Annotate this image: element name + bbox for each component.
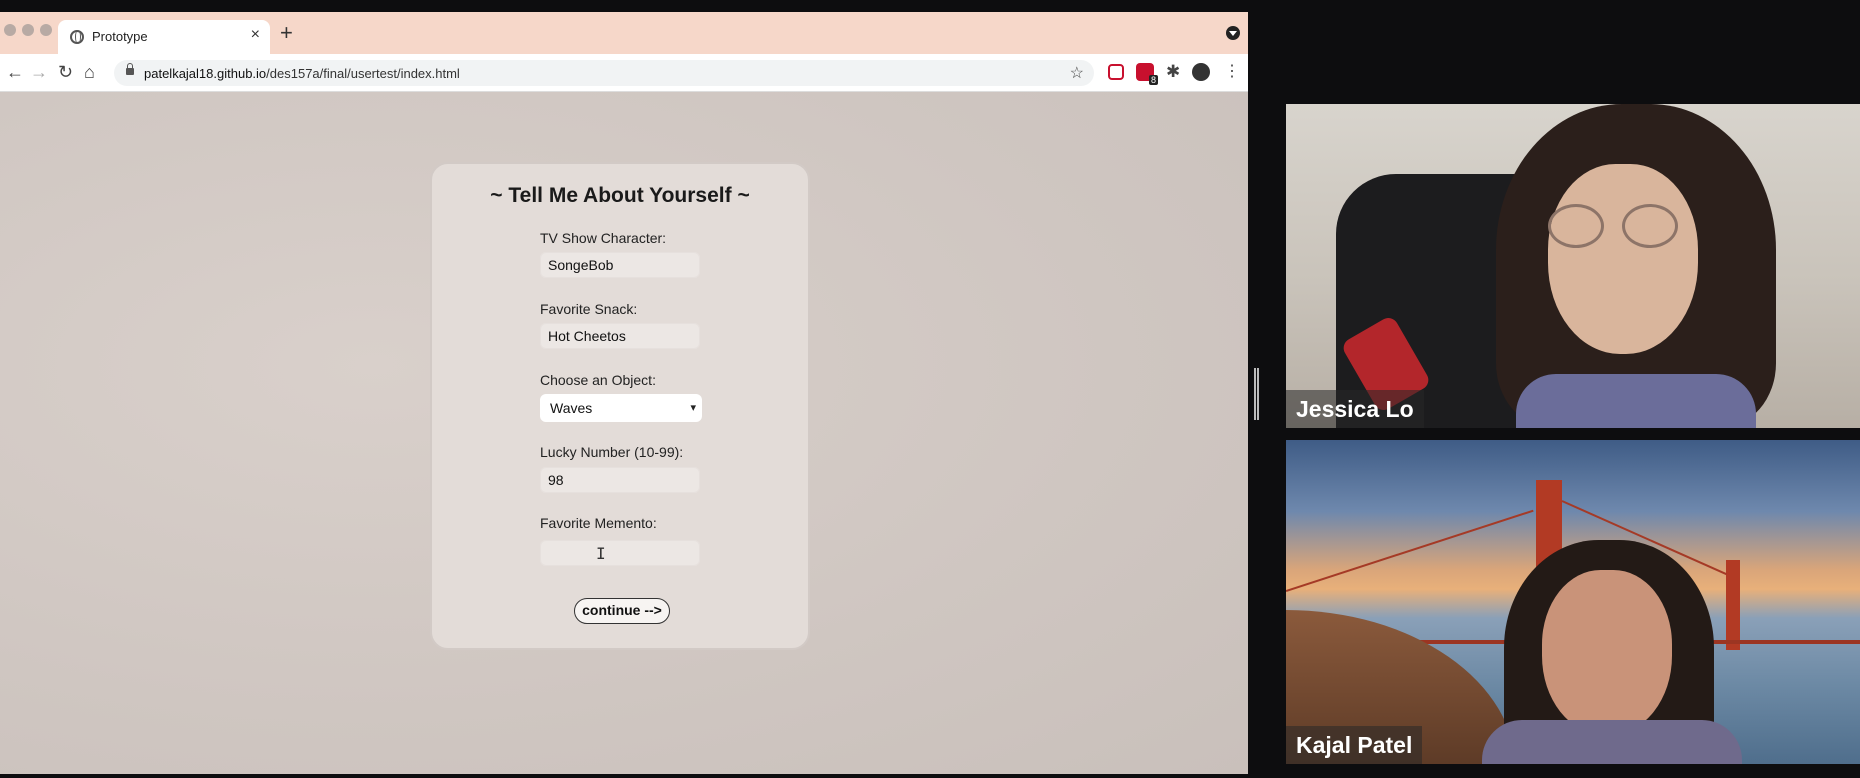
new-tab-button[interactable]: + — [280, 22, 293, 44]
extension-record-icon[interactable] — [1108, 64, 1124, 80]
participant-shirt — [1516, 374, 1756, 428]
extension-todo-icon[interactable]: 8 — [1136, 63, 1158, 85]
form-title: ~ Tell Me About Yourself ~ — [490, 184, 750, 207]
glasses-left-icon — [1548, 204, 1604, 248]
tab-bar: Prototype × + — [0, 12, 1248, 54]
bridge-cable — [1286, 509, 1534, 592]
minimize-window-button[interactable] — [22, 24, 34, 36]
lock-icon — [126, 63, 134, 75]
video-tile-1[interactable]: Jessica Lo — [1286, 104, 1860, 428]
extension-badge: 8 — [1148, 75, 1158, 85]
participant-face — [1548, 164, 1698, 354]
profile-avatar[interactable] — [1192, 63, 1210, 81]
favorite-memento-input[interactable] — [540, 540, 700, 566]
object-select-value: Waves — [550, 400, 593, 416]
close-tab-icon[interactable]: × — [251, 26, 260, 44]
close-window-button[interactable] — [4, 24, 16, 36]
tv-character-input[interactable]: SongeBob — [540, 252, 700, 278]
page-content: ~ Tell Me About Yourself ~ TV Show Chara… — [0, 92, 1248, 774]
participant-name-tag: Kajal Patel — [1286, 726, 1423, 764]
about-form-card: ~ Tell Me About Yourself ~ TV Show Chara… — [430, 162, 810, 650]
back-arrow-icon[interactable]: ← — [6, 62, 24, 82]
object-select-label: Choose an Object: — [540, 372, 656, 388]
tab-prototype[interactable]: Prototype × — [58, 20, 270, 54]
tv-character-label: TV Show Character: — [540, 230, 667, 246]
video-tile-2[interactable]: Kajal Patel — [1286, 440, 1860, 764]
continue-button[interactable]: continue --> — [574, 598, 670, 624]
maximize-window-button[interactable] — [40, 24, 52, 36]
favorite-memento-label: Favorite Memento: — [540, 515, 657, 531]
url-text: patelkajal18.github.io/des157a/final/use… — [144, 66, 460, 81]
participant-face — [1542, 570, 1672, 735]
browser-window: Prototype × + ← → ↻ ⌂ patelkajal18.githu… — [0, 12, 1248, 774]
tab-title: Prototype — [92, 29, 148, 44]
extensions-puzzle-icon[interactable]: ✱ — [1166, 62, 1180, 82]
lucky-number-input[interactable]: 98 — [540, 467, 700, 493]
lucky-number-label: Lucky Number (10-99): — [540, 444, 684, 460]
text-cursor-icon: I — [596, 544, 606, 563]
panel-resize-handle[interactable] — [1254, 368, 1259, 420]
participant-shirt — [1482, 720, 1742, 764]
tab-search-icon[interactable] — [1226, 26, 1240, 40]
glasses-right-icon — [1622, 204, 1678, 248]
object-select[interactable]: Waves ▾ — [540, 394, 702, 422]
reload-icon[interactable]: ↻ — [58, 62, 73, 82]
globe-icon — [70, 30, 84, 44]
more-menu-icon[interactable]: ⋮ — [1224, 62, 1240, 82]
favorite-snack-label: Favorite Snack: — [540, 301, 638, 317]
browser-toolbar: ← → ↻ ⌂ patelkajal18.github.io/des157a/f… — [0, 54, 1248, 92]
forward-arrow-icon[interactable]: → — [30, 62, 48, 82]
bridge-tower-far — [1726, 560, 1740, 650]
home-icon[interactable]: ⌂ — [84, 62, 95, 82]
participant-name-tag: Jessica Lo — [1286, 390, 1424, 428]
favorite-snack-input[interactable]: Hot Cheetos — [540, 323, 700, 349]
address-bar[interactable]: patelkajal18.github.io/des157a/final/use… — [114, 60, 1094, 86]
chevron-down-icon: ▾ — [690, 402, 696, 414]
bookmark-star-icon[interactable]: ☆ — [1070, 63, 1084, 83]
